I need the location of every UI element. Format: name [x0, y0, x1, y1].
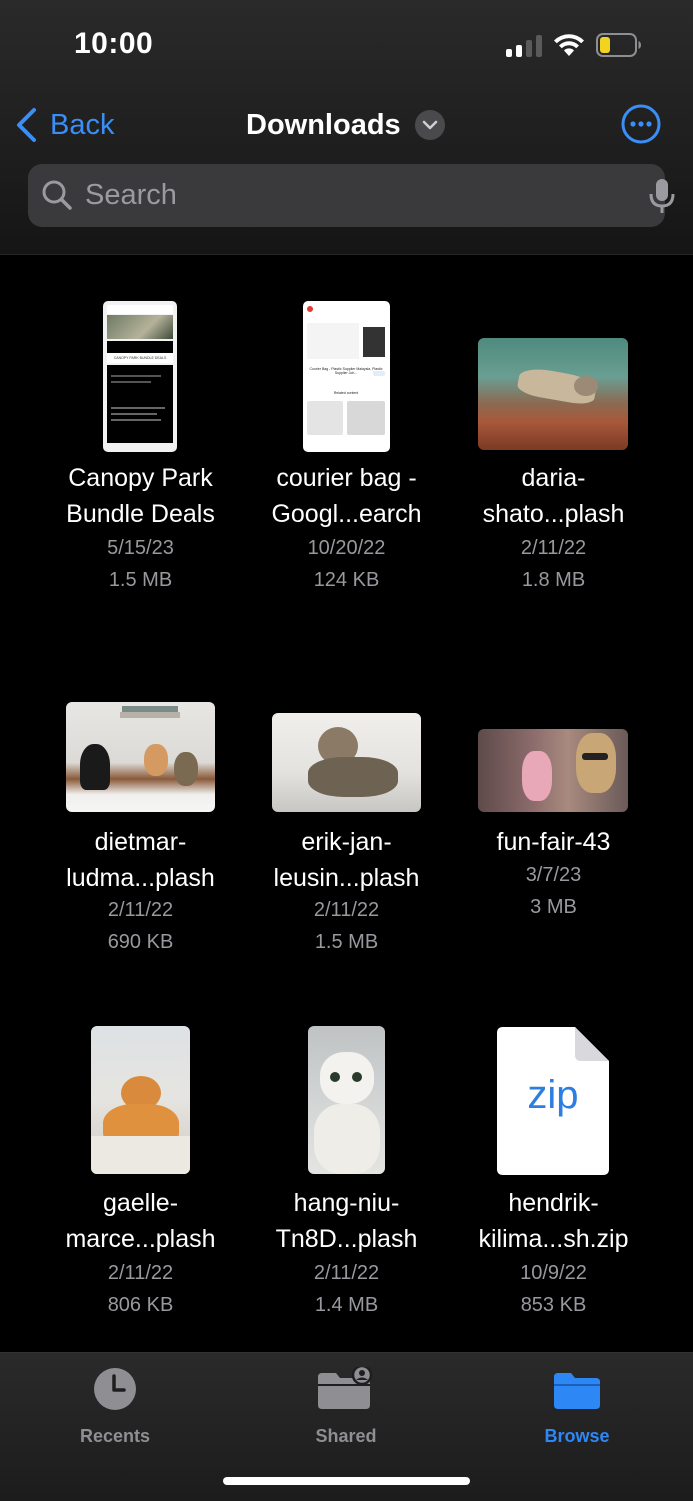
file-thumbnail [91, 1026, 190, 1174]
page-title: Downloads [246, 108, 401, 141]
file-name-line1: dietmar- [94, 828, 187, 856]
tab-recents-label: Recents [79, 1426, 151, 1446]
file-item[interactable]: CANOPY PARK BUNDLE DEALS Canopy Park Bun… [37, 298, 244, 598]
file-item[interactable]: daria- shato...plash 2/11/22 1.8 MB [450, 298, 657, 598]
search-field[interactable]: Search [28, 164, 675, 227]
file-date: 5/15/23 [107, 537, 174, 559]
tab-shared[interactable]: Shared [271, 1364, 421, 1447]
tab-shared-label: Shared [315, 1426, 377, 1446]
file-name-line2: Googl...earch [271, 500, 422, 528]
file-item[interactable]: erik-jan- leusin...plash 2/11/22 1.5 MB [243, 700, 450, 960]
file-date: 2/11/22 [107, 1262, 174, 1284]
file-name-line1: Canopy Park [68, 464, 213, 492]
file-name-line1: hendrik- [508, 1189, 599, 1217]
file-name-line2: kilima...sh.zip [478, 1225, 629, 1253]
file-name-line2: Bundle Deals [66, 500, 215, 528]
file-name-line2: ludma...plash [66, 864, 215, 892]
chevron-left-icon [17, 108, 36, 142]
zip-label: zip [527, 1073, 579, 1117]
status-time: 10:00 [74, 27, 154, 60]
file-name-line1: fun-fair-43 [496, 828, 611, 856]
file-name-line2: shato...plash [482, 500, 625, 528]
chevron-down-icon [414, 110, 445, 140]
file-name-line1: erik-jan- [301, 828, 392, 856]
file-item[interactable]: Courier Bag - Plastic Supplier Malaysia,… [243, 298, 450, 598]
file-name-line1: courier bag - [276, 464, 417, 492]
search-placeholder: Search [85, 179, 177, 211]
folder-icon [554, 1373, 600, 1409]
file-date: 2/11/22 [107, 899, 174, 921]
file-date: 10/20/22 [307, 537, 386, 559]
file-date: 2/11/22 [520, 537, 587, 559]
file-name-line1: daria- [521, 464, 586, 492]
home-indicator[interactable] [223, 1477, 470, 1485]
file-date: 10/9/22 [520, 1262, 587, 1284]
battery-icon [596, 33, 641, 57]
file-size: 1.8 MB [521, 569, 586, 591]
file-name-line2: Tn8D...plash [275, 1225, 418, 1253]
file-date: 3/7/23 [525, 864, 582, 886]
file-thumbnail [308, 1026, 385, 1174]
file-thumbnail: CANOPY PARK BUNDLE DEALS [103, 301, 177, 452]
shared-folder-icon [318, 1364, 373, 1409]
file-item[interactable]: dietmar- ludma...plash 2/11/22 690 KB [37, 700, 244, 960]
file-name-line1: hang-niu- [293, 1189, 400, 1217]
file-thumbnail [478, 729, 628, 812]
file-thumbnail [66, 702, 215, 812]
back-label: Back [50, 108, 115, 141]
file-item[interactable]: hang-niu- Tn8D...plash 2/11/22 1.4 MB [243, 1025, 450, 1325]
more-options-icon[interactable] [621, 104, 661, 144]
back-button[interactable]: Back [14, 105, 114, 145]
wifi-icon [554, 34, 584, 56]
file-item[interactable]: gaelle- marce...plash 2/11/22 806 KB [37, 1025, 244, 1325]
file-size: 1.4 MB [314, 1294, 379, 1316]
file-item[interactable]: zip hendrik- kilima...sh.zip 10/9/22 853… [450, 1025, 657, 1325]
tab-browse-label: Browse [544, 1426, 610, 1446]
file-size: 690 KB [107, 931, 174, 953]
file-item[interactable]: fun-fair-43 3/7/23 3 MB [450, 700, 657, 960]
file-size: 1.5 MB [314, 931, 379, 953]
navigation-bar: Back Downloads [0, 95, 693, 153]
file-date: 2/11/22 [313, 899, 380, 921]
file-name-line1: gaelle- [102, 1189, 179, 1217]
file-thumbnail [478, 338, 628, 450]
tab-recents[interactable]: Recents [40, 1367, 190, 1447]
cellular-signal-icon [506, 33, 544, 57]
thumbnail-related-text: Related content [333, 391, 359, 395]
clock-icon [94, 1368, 136, 1410]
search-icon [42, 180, 72, 210]
folder-title-menu[interactable]: Downloads [246, 105, 445, 145]
file-name-line2: leusin...plash [273, 864, 420, 892]
file-thumbnail [272, 713, 421, 812]
file-size: 853 KB [520, 1294, 587, 1316]
file-size: 806 KB [107, 1294, 174, 1316]
file-date: 2/11/22 [313, 1262, 380, 1284]
file-thumbnail: Courier Bag - Plastic Supplier Malaysia,… [303, 301, 390, 452]
file-size: 1.5 MB [108, 569, 173, 591]
file-size: 3 MB [530, 896, 577, 918]
file-size: 124 KB [313, 569, 380, 591]
header: 10:00 Back Downloads Search [0, 0, 693, 255]
microphone-icon[interactable] [648, 177, 676, 215]
status-bar: 10:00 [0, 0, 693, 90]
file-name-line2: marce...plash [65, 1225, 216, 1253]
tab-browse[interactable]: Browse [502, 1367, 652, 1447]
thumbnail-banner-text: CANOPY PARK BUNDLE DEALS [107, 353, 173, 363]
